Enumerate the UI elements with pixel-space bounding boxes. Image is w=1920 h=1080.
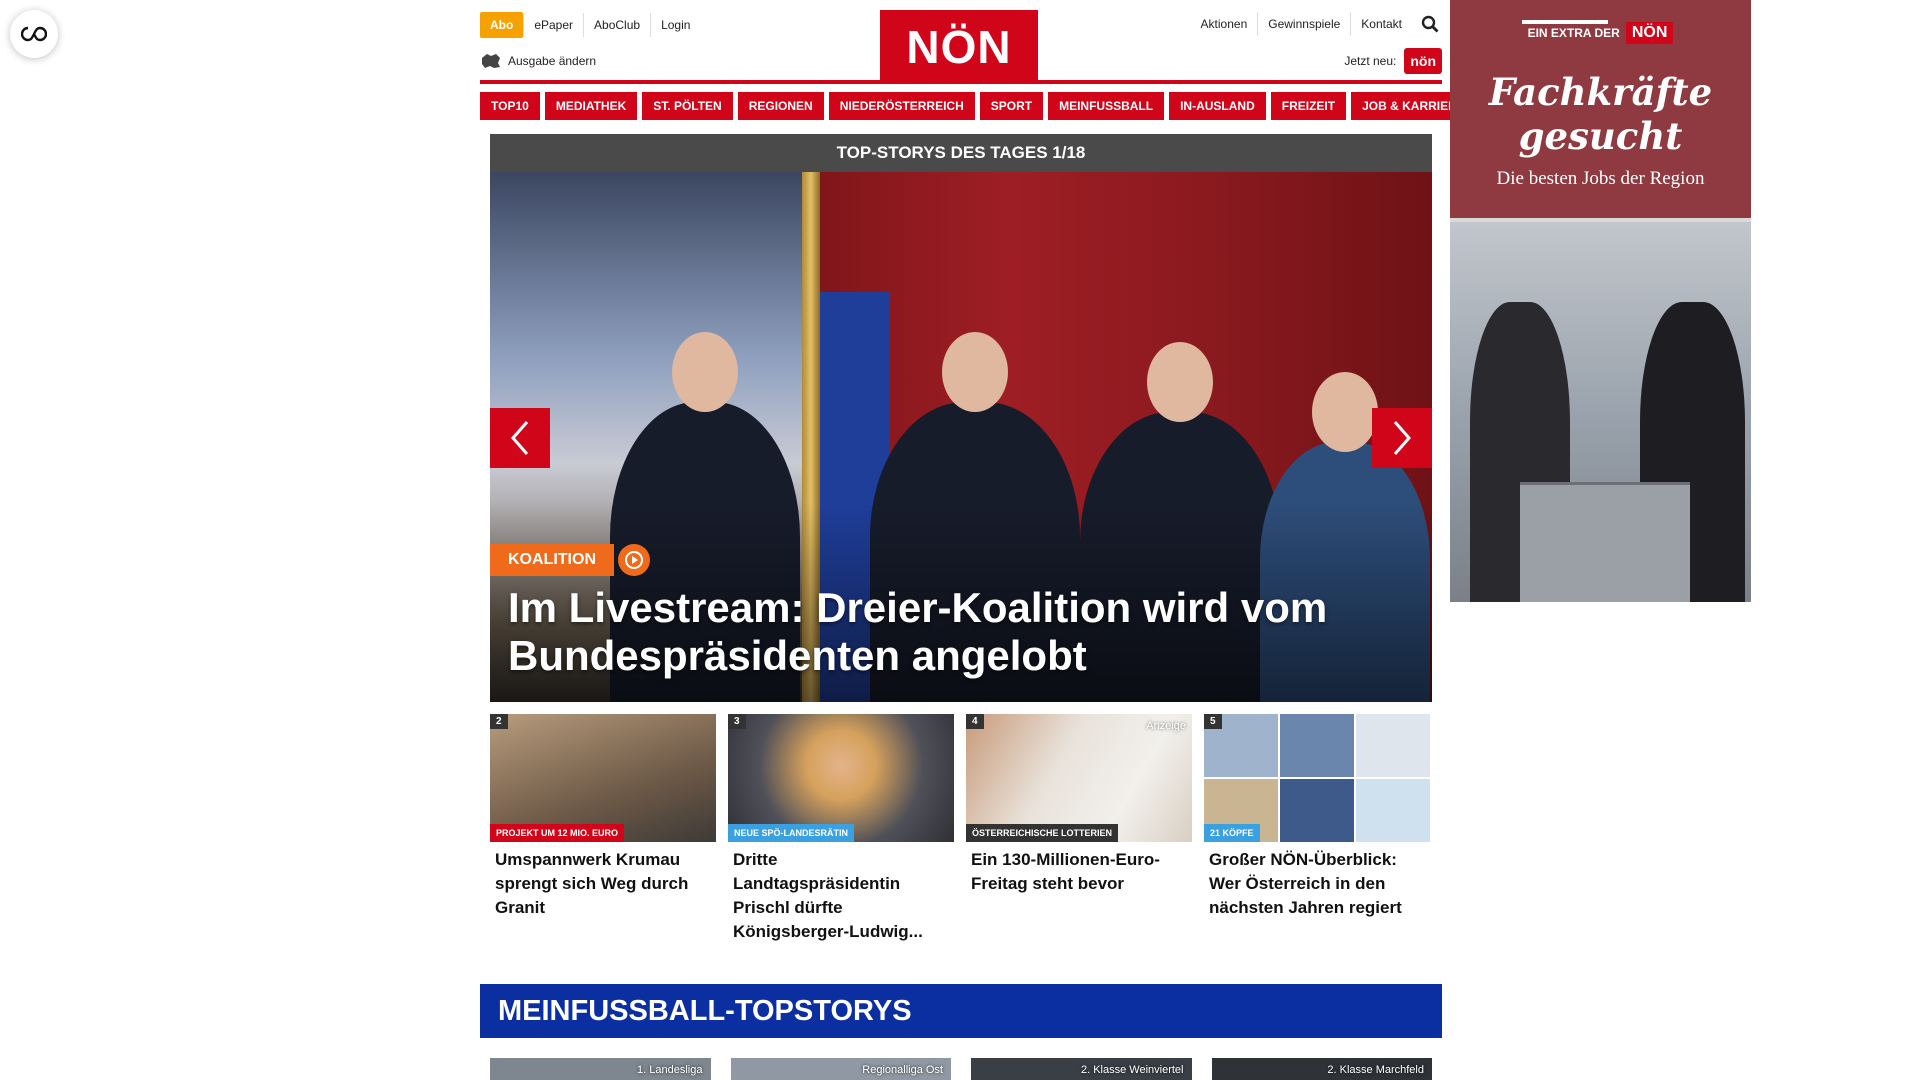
card-league-label: 2. Klasse Marchfeld <box>1327 1064 1424 1076</box>
nav-meinfussball[interactable]: MEINFUSSBALL <box>1048 92 1165 120</box>
teaser-badge: NEUE SPÖ-LANDESRÄTIN <box>728 824 855 842</box>
video-play-icon[interactable] <box>618 544 650 576</box>
accessibility-button[interactable] <box>10 10 58 58</box>
teaser-card[interactable]: 5 21 KÖPFE Großer NÖN-Überblick: Wer Öst… <box>1204 714 1430 944</box>
ad-subline: Die besten Jobs der Region <box>1496 168 1705 189</box>
jetzt-neu-label: Jetzt neu: <box>1344 54 1397 68</box>
ad-extra-line: EIN EXTRA DER NÖN <box>1450 20 1751 44</box>
nav-regionen[interactable]: REGIONEN <box>737 92 824 120</box>
nav-st-poelten[interactable]: ST. PÖLTEN <box>642 92 733 120</box>
nav-niederoesterreich[interactable]: NIEDERÖSTERREICH <box>828 92 975 120</box>
teaser-card[interactable]: 3 NEUE SPÖ-LANDESRÄTIN Dritte Landtagspr… <box>728 714 954 944</box>
teaser-title[interactable]: Dritte Landtagspräsidentin Prischl dürft… <box>728 848 954 944</box>
page: Abo ePaper AboClub Login Ausgabe ändern … <box>480 0 1476 1080</box>
teaser-badge: ÖSTERREICHISCHE LOTTERIEN <box>966 824 1119 842</box>
teaser-badge: 21 KÖPFE <box>1204 824 1260 842</box>
nav-in-ausland[interactable]: IN-AUSLAND <box>1169 92 1266 120</box>
category-tag[interactable]: KOALITION <box>490 544 614 576</box>
ausgabe-label: Ausgabe ändern <box>508 54 597 68</box>
nav-sport[interactable]: SPORT <box>979 92 1044 120</box>
noen-logo[interactable]: NÖN <box>880 10 1038 84</box>
jetzt-neu: Jetzt neu: nön <box>1344 48 1442 74</box>
card-league-label: 1. Landesliga <box>637 1064 703 1076</box>
teaser-image: 5 21 KÖPFE <box>1204 714 1430 842</box>
meinfussball-card[interactable]: 2. Klasse Marchfeld <box>1211 1058 1432 1080</box>
teaser-row: 2 PROJEKT UM 12 MIO. EURO Umspannwerk Kr… <box>490 714 1432 944</box>
teaser-title[interactable]: Umspannwerk Krumau sprengt sich Weg durc… <box>490 848 716 920</box>
portrait-grid <box>1204 714 1430 842</box>
nav-freizeit[interactable]: FREIZEIT <box>1270 92 1347 120</box>
accessibility-icon <box>21 26 47 42</box>
teaser-badge: PROJEKT UM 12 MIO. EURO <box>490 824 625 842</box>
teaser-image: 2 PROJEKT UM 12 MIO. EURO <box>490 714 716 842</box>
ad-headline-line-1: Fachkräfte <box>1488 70 1713 114</box>
card-league-label: 2. Klasse Weinviertel <box>1080 1064 1184 1076</box>
teaser-image: 4 Anzeige ÖSTERREICHISCHE LOTTERIEN <box>966 714 1192 842</box>
teaser-number: 5 <box>1204 714 1222 729</box>
nav-top10[interactable]: TOP10 <box>480 92 540 120</box>
teaser-card[interactable]: 4 Anzeige ÖSTERREICHISCHE LOTTERIEN Ein … <box>966 714 1192 944</box>
chevron-right-icon <box>1393 421 1411 455</box>
teaser-number: 3 <box>728 714 746 729</box>
ad-brand-logo: NÖN <box>1625 22 1674 44</box>
top-links-left: Abo ePaper AboClub Login <box>480 12 700 38</box>
teaser-number: 2 <box>490 714 508 729</box>
job-ad-banner[interactable]: EIN EXTRA DER NÖN Fachkräfte gesucht Die… <box>1450 0 1751 602</box>
meinfussball-card[interactable]: 1. Landesliga <box>490 1058 711 1080</box>
teaser-title[interactable]: Großer NÖN-Überblick: Wer Österreich in … <box>1204 848 1430 920</box>
anzeige-label: Anzeige <box>1146 720 1186 732</box>
aktionen-link[interactable]: Aktionen <box>1191 12 1258 36</box>
nav-mediathek[interactable]: MEDIATHEK <box>544 92 638 120</box>
meinfussball-card[interactable]: 2. Klasse Weinviertel <box>971 1058 1192 1080</box>
carousel-header: TOP-STORYS DES TAGES 1/18 <box>490 134 1432 172</box>
abo-button[interactable]: Abo <box>480 12 524 38</box>
card-league-label: Regionalliga Ost <box>862 1064 943 1076</box>
kontakt-link[interactable]: Kontakt <box>1350 12 1412 36</box>
ad-headline: Fachkräfte gesucht <box>1450 70 1751 158</box>
teaser-title[interactable]: Ein 130-Millionen-Euro-Freitag steht bev… <box>966 848 1192 896</box>
teaser-card[interactable]: 2 PROJEKT UM 12 MIO. EURO Umspannwerk Kr… <box>490 714 716 944</box>
aboclub-link[interactable]: AboClub <box>583 13 650 37</box>
ad-photo <box>1450 222 1751 602</box>
ad-machine <box>1520 482 1690 602</box>
carousel-prev-button[interactable] <box>490 408 550 468</box>
main-nav: TOP10 MEDIATHEK ST. PÖLTEN REGIONEN NIED… <box>480 92 1476 120</box>
teaser-number: 4 <box>966 714 984 729</box>
chevron-left-icon <box>511 421 529 455</box>
hero-image[interactable]: KOALITION Im Livestream: Dreier-Koalitio… <box>490 172 1432 702</box>
region-map-icon <box>482 54 500 68</box>
carousel-next-button[interactable] <box>1372 408 1432 468</box>
hero-carousel: TOP-STORYS DES TAGES 1/18 KOALITION Im L… <box>490 134 1432 702</box>
login-link[interactable]: Login <box>650 13 700 37</box>
top-links-right: Aktionen Gewinnspiele Kontakt <box>1191 12 1442 36</box>
ausgabe-aendern[interactable]: Ausgabe ändern <box>480 52 596 70</box>
jetzt-neu-logo[interactable]: nön <box>1404 48 1442 74</box>
epaper-link[interactable]: ePaper <box>523 13 583 37</box>
ad-extra-label: EIN EXTRA DER <box>1527 26 1620 40</box>
meinfussball-cards: 1. Landesliga Regionalliga Ost 2. Klasse… <box>490 1058 1432 1080</box>
ad-headline-line-2: gesucht <box>1518 114 1683 158</box>
gewinnspiele-link[interactable]: Gewinnspiele <box>1257 12 1350 36</box>
search-icon[interactable] <box>1418 12 1442 36</box>
meinfussball-section-header[interactable]: MEINFUSSBALL-TOPSTORYS <box>480 984 1442 1038</box>
top-bar: Abo ePaper AboClub Login Ausgabe ändern … <box>480 0 1442 84</box>
ad-header: EIN EXTRA DER NÖN Fachkräfte gesucht Die… <box>1450 0 1751 218</box>
hero-headline[interactable]: Im Livestream: Dreier-Koalition wird vom… <box>508 584 1392 680</box>
meinfussball-card[interactable]: Regionalliga Ost <box>730 1058 951 1080</box>
teaser-image: 3 NEUE SPÖ-LANDESRÄTIN <box>728 714 954 842</box>
